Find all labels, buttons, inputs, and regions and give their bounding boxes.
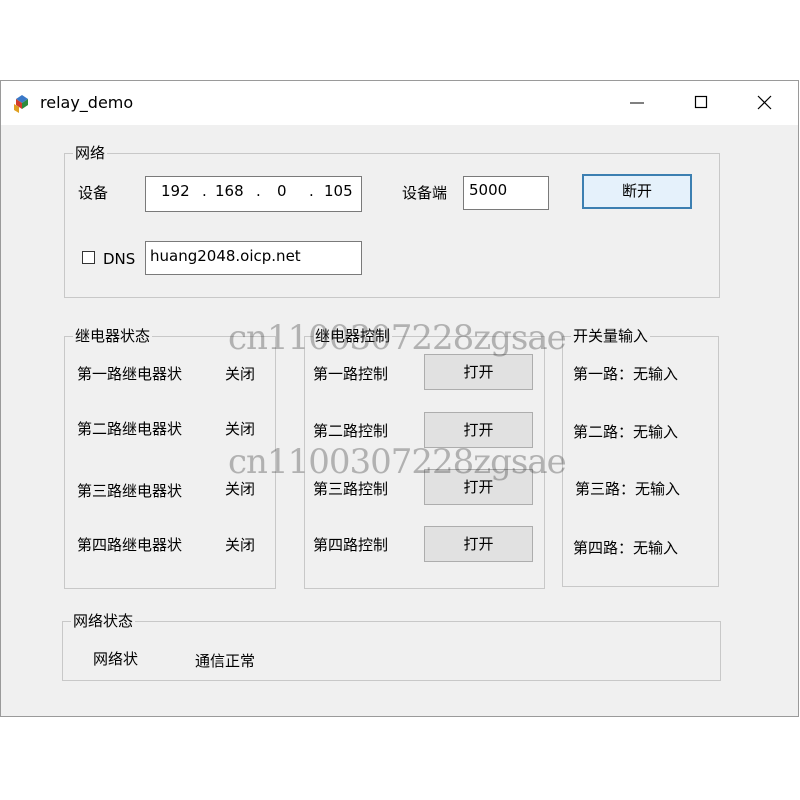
network-status-group: 网络状态 网络状 通信正常 xyxy=(62,612,721,681)
relay-status-value-4: 关闭 xyxy=(225,536,256,554)
open-relay-3-button[interactable]: 打开 xyxy=(424,469,533,505)
open-relay-1-button[interactable]: 打开 xyxy=(424,354,533,390)
ip-dot-3: . xyxy=(309,182,314,200)
minimize-icon xyxy=(630,102,644,104)
ip-dot-1: . xyxy=(202,182,207,200)
relay-status-label-3: 第三路继电器状 xyxy=(77,482,183,500)
network-status-label: 网络状 xyxy=(93,650,139,668)
window-title: relay_demo xyxy=(40,93,134,112)
relay-status-title: 继电器状态 xyxy=(73,327,153,345)
ip-octet-1: 192 xyxy=(161,182,190,200)
network-status-value: 通信正常 xyxy=(195,652,256,670)
ip-dot-2: . xyxy=(256,182,261,200)
relay-control-label-1: 第一路控制 xyxy=(313,365,389,383)
network-group-title: 网络 xyxy=(73,144,108,162)
disconnect-button[interactable]: 断开 xyxy=(582,174,692,209)
device-label: 设备 xyxy=(78,184,109,202)
dns-input[interactable]: huang2048.oicp.net xyxy=(145,241,362,275)
relay-status-group: 继电器状态 第一路继电器状 关闭 第二路继电器状 关闭 第三路继电器状 关闭 第… xyxy=(64,327,276,589)
switch-input-2: 第二路：无输入 xyxy=(573,423,679,441)
relay-control-label-4: 第四路控制 xyxy=(313,536,389,554)
switch-input-1: 第一路：无输入 xyxy=(573,365,679,383)
port-input[interactable]: 5000 xyxy=(463,176,549,210)
minimize-button[interactable] xyxy=(615,81,661,125)
relay-status-label-1: 第一路继电器状 xyxy=(77,365,183,383)
relay-control-group: 继电器控制 第一路控制 打开 第二路控制 打开 第三路控制 打开 第四路控制 打… xyxy=(304,327,545,589)
relay-status-value-2: 关闭 xyxy=(225,420,256,438)
port-label: 设备端 xyxy=(402,184,448,202)
switch-input-group: 开关量输入 第一路：无输入 第二路：无输入 第三路：无输入 第四路：无输入 xyxy=(562,327,719,587)
dns-value: huang2048.oicp.net xyxy=(150,247,301,265)
relay-status-label-4: 第四路继电器状 xyxy=(77,536,183,554)
ip-address-field[interactable]: 192 . 168 . 0 . 105 xyxy=(145,176,362,212)
dns-label: DNS xyxy=(103,250,136,268)
switch-input-4: 第四路：无输入 xyxy=(573,539,679,557)
relay-control-label-3: 第三路控制 xyxy=(313,480,389,498)
switch-input-title: 开关量输入 xyxy=(571,327,651,345)
open-relay-4-button[interactable]: 打开 xyxy=(424,526,533,562)
relay-status-label-2: 第二路继电器状 xyxy=(77,420,183,438)
ip-octet-3: 0 xyxy=(277,182,287,200)
switch-input-3: 第三路：无输入 xyxy=(575,480,681,498)
ip-octet-4: 105 xyxy=(324,182,353,200)
app-window: relay_demo 网络 设备 192 . 168 . 0 . 105 设备端… xyxy=(0,80,799,717)
relay-status-value-1: 关闭 xyxy=(225,365,256,383)
open-relay-2-button[interactable]: 打开 xyxy=(424,412,533,448)
maximize-icon xyxy=(694,95,708,109)
dns-checkbox[interactable] xyxy=(82,251,95,264)
close-button[interactable] xyxy=(742,81,788,125)
network-group: 网络 设备 192 . 168 . 0 . 105 设备端 5000 断开 DN… xyxy=(64,144,720,298)
close-icon xyxy=(757,95,772,110)
network-status-title: 网络状态 xyxy=(71,612,136,630)
relay-control-title: 继电器控制 xyxy=(313,327,393,345)
title-bar[interactable]: relay_demo xyxy=(1,81,798,125)
ip-octet-2: 168 xyxy=(215,182,244,200)
relay-control-label-2: 第二路控制 xyxy=(313,422,389,440)
port-value: 5000 xyxy=(469,181,508,199)
relay-status-value-3: 关闭 xyxy=(225,480,256,498)
maximize-button[interactable] xyxy=(678,81,724,125)
app-icon xyxy=(14,95,28,113)
